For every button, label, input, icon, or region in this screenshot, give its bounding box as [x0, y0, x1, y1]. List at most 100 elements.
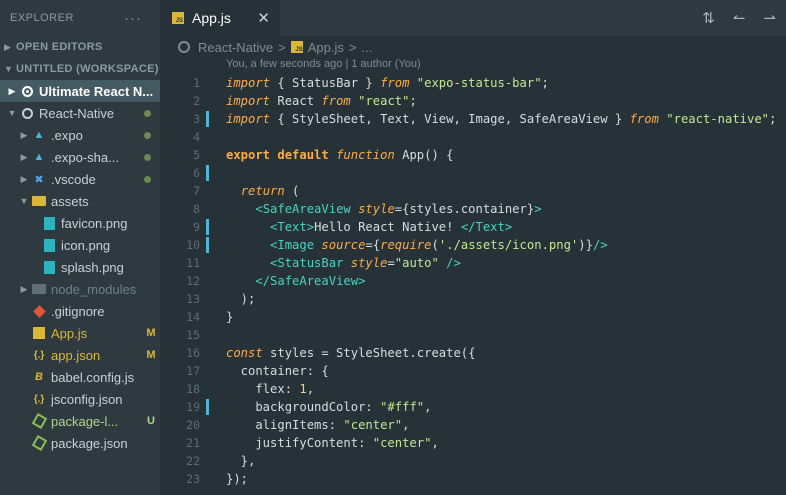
tree-item-label: package-l... [51, 413, 119, 429]
line-number: 11 [186, 256, 200, 270]
go-back-icon[interactable]: ↼ [733, 9, 746, 27]
code-line: 14 } [160, 308, 786, 326]
code-text: alignItems: [226, 418, 344, 432]
code-text: styles = StyleSheet.create({ [262, 346, 476, 360]
code-line: 18 flex: 1, [160, 380, 786, 398]
tree-item-label: .expo [51, 127, 83, 143]
breadcrumb-file[interactable]: App.js [308, 40, 344, 55]
breadcrumb-symbol[interactable]: ... [361, 40, 372, 55]
line-number: 12 [186, 274, 200, 288]
code-line: 8 <SafeAreaView style ={styles.container}… [160, 200, 786, 218]
tree-item-label: splash.png [61, 259, 124, 275]
go-forward-icon[interactable]: ⇀ [763, 9, 776, 27]
tree-item-label: favicon.png [61, 215, 128, 231]
tree-item-label: React-Native [39, 105, 115, 121]
code-line: 2 import React from "react"; [160, 92, 786, 110]
code-line: 17 container: { [160, 362, 786, 380]
tree-item-gitignore[interactable]: .gitignore [0, 300, 160, 322]
tree-item-splash[interactable]: splash.png [0, 256, 160, 278]
tree-item-expo[interactable]: ▶ ▲ .expo [0, 124, 160, 146]
code-text: } [226, 310, 234, 324]
git-modified-marker[interactable] [200, 236, 226, 254]
editor-actions: ⇅ ↼ ⇀ [702, 0, 776, 36]
chevron-right-icon: ▶ [20, 173, 28, 184]
more-actions-icon[interactable]: ··· [124, 10, 142, 27]
tree-item-jsconfig[interactable]: {.} jsconfig.json [0, 388, 160, 410]
git-status-dot [144, 109, 151, 117]
code-text: flex: [226, 382, 300, 396]
code-text: App() { [394, 148, 454, 162]
code-line: 11 <StatusBar style = "auto" /> [160, 254, 786, 272]
breadcrumb-folder[interactable]: React-Native [198, 40, 273, 55]
tree-item-icon-png[interactable]: icon.png [0, 234, 160, 256]
git-modified-marker[interactable] [200, 218, 226, 236]
string: "react-native" [666, 112, 770, 126]
tab-label: App.js [192, 10, 231, 26]
compare-changes-icon[interactable]: ⇅ [702, 9, 715, 27]
git-modified-marker[interactable] [200, 164, 226, 182]
code-line: 12 </SafeAreaView> [160, 272, 786, 290]
folder-vscode-icon: ✖ [34, 173, 44, 186]
string: './assets/icon.png' [438, 238, 579, 252]
code-line: 23 }); [160, 470, 786, 488]
chevron-down-icon: ▼ [4, 64, 14, 74]
line-number: 9 [193, 220, 200, 234]
tree-item-react-native[interactable]: ▼ React-Native [0, 102, 160, 124]
git-modified-marker[interactable] [200, 110, 226, 128]
tree-item-label: assets [51, 193, 89, 209]
image-file-icon [40, 237, 58, 253]
json-file-icon: {.} [33, 393, 45, 405]
code-editor[interactable]: 1 import { StatusBar } from "expo-status… [160, 74, 786, 488]
breadcrumb: React-Native > JS App.js > ... [160, 36, 786, 58]
section-workspace[interactable]: ▼ UNTITLED (WORKSPACE) [0, 58, 160, 80]
tree-item-app-json[interactable]: {.} app.json M [0, 344, 160, 366]
keyword: import [226, 112, 271, 126]
js-file-icon: JS [290, 41, 303, 53]
tree-item-ultimate-react[interactable]: ▶ Ultimate React N... [0, 80, 160, 102]
tree-item-assets[interactable]: ▼ assets [0, 190, 160, 212]
string: "expo-status-bar" [416, 76, 542, 90]
tree-item-label: App.js [51, 325, 88, 341]
tree-item-label: jsconfig.json [51, 391, 123, 407]
git-modified-marker[interactable] [200, 398, 226, 416]
line-number: 16 [186, 346, 200, 360]
jsx-attr: source [321, 238, 366, 252]
tree-item-label: .vscode [51, 171, 96, 187]
git-status-dot [144, 131, 151, 139]
tree-item-package-json[interactable]: package.json [0, 432, 160, 454]
folder-expo-icon: ▲ [33, 129, 45, 141]
git-status-dot [144, 175, 151, 183]
tree-item-vscode[interactable]: ▶ ✖ .vscode [0, 168, 160, 190]
function-name: require [380, 238, 432, 252]
babel-icon: B [35, 371, 43, 383]
tree-item-babel[interactable]: B babel.config.js [0, 366, 160, 388]
section-open-editors[interactable]: ▶ OPEN EDITORS [0, 36, 160, 58]
keyword: export default [226, 148, 329, 162]
codelens-blame[interactable]: You, a few seconds ago | 1 author (You) [226, 58, 421, 70]
explorer-sidebar: EXPLORER ··· ▶ OPEN EDITORS ▼ UNTITLED (… [0, 0, 160, 495]
code-text: container: { [226, 364, 329, 378]
tab-app-js[interactable]: JS App.js ✕ [160, 0, 280, 36]
string: "center" [343, 418, 403, 432]
close-icon[interactable]: ✕ [257, 9, 270, 27]
tree-item-label: babel.config.js [51, 369, 135, 385]
tree-item-favicon[interactable]: favicon.png [0, 212, 160, 234]
tree-item-package-lock[interactable]: package-l... U [0, 410, 160, 432]
tree-item-node-modules[interactable]: ▶ node_modules [0, 278, 160, 300]
code-text: ={styles.container} [394, 202, 535, 216]
git-icon [30, 303, 48, 319]
code-line: 16 const styles = StyleSheet.create({ [160, 344, 786, 362]
tree-item-app-js[interactable]: App.js M [0, 322, 160, 344]
tree-item-expo-shared[interactable]: ▶ ▲ .expo-sha... [0, 146, 160, 168]
line-number: 3 [193, 112, 200, 126]
code-text: justifyContent: [226, 436, 373, 450]
code-line: 19 backgroundColor: "#fff", [160, 398, 786, 416]
code-line: 9 <Text> Hello React Native! </Text> [160, 218, 786, 236]
code-line: 13 ); [160, 290, 786, 308]
jsx-tag: <SafeAreaView [255, 202, 351, 216]
tree-item-label: Ultimate React N... [39, 83, 154, 99]
folder-node-icon [30, 281, 48, 297]
tab-bar: JS App.js ✕ ⇅ ↼ ⇀ [160, 0, 786, 36]
jsx-tag: <Text> [270, 220, 315, 234]
git-untracked-badge: U [147, 415, 155, 427]
